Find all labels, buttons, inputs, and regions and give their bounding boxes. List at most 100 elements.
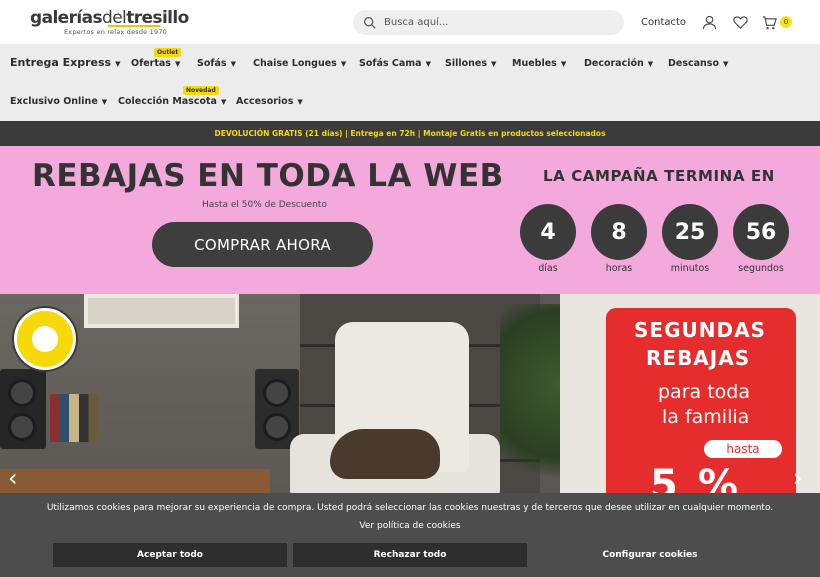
speaker-cone <box>263 413 291 441</box>
hero-books <box>50 394 98 442</box>
caret-down-icon: ▼ <box>220 98 227 106</box>
nav-item-sillones[interactable]: Sillones ▼ <box>445 58 496 69</box>
countdown-hours: 8 horas <box>591 204 647 274</box>
nav-label: Sofás Cama <box>359 58 422 69</box>
cart-button[interactable]: 0 <box>762 15 793 30</box>
sale-subtitle: Hasta el 50% de Descuento <box>202 200 327 210</box>
hero-cat <box>330 429 440 479</box>
nav-label: Descanso <box>668 58 719 69</box>
hero-hasta-pill: hasta <box>704 440 782 458</box>
countdown-value: 4 <box>520 204 576 260</box>
speaker-cone <box>263 379 291 407</box>
sale-title: REBAJAS EN TODA LA WEB <box>32 158 504 194</box>
hero-offer-line-3: para toda <box>658 381 750 403</box>
sale-banner: REBAJAS EN TODA LA WEB Hasta el 50% de D… <box>0 146 820 294</box>
countdown-minutes: 25 minutos <box>662 204 718 274</box>
cookie-policy-link[interactable]: Ver política de cookies <box>0 521 820 531</box>
hero-offer-line-2: REBAJAS <box>646 346 751 370</box>
heart-icon <box>733 15 748 29</box>
wishlist-button[interactable] <box>733 15 748 30</box>
promo-bar: DEVOLUCIÓN GRATIS (21 días) | Entrega en… <box>0 121 820 146</box>
reject-cookies-button[interactable]: Rechazar todo <box>293 543 527 567</box>
caret-down-icon: ▼ <box>230 60 236 68</box>
nav-label: Colección Mascota <box>118 96 217 107</box>
nav-label: Muebles <box>512 58 557 69</box>
nav-label: Entrega Express <box>10 56 112 69</box>
hero-banner[interactable]: SEGUNDAS REBAJAS para toda la familia ha… <box>0 294 820 504</box>
countdown-label: horas <box>605 263 633 274</box>
nav-item-chaise-longues[interactable]: Chaise Longues ▼ <box>253 58 346 69</box>
paw-icon <box>32 326 58 352</box>
cart-count-badge: 0 <box>780 16 793 28</box>
user-button[interactable] <box>702 15 717 30</box>
nav-label: Decoración <box>584 58 644 69</box>
hero-offer-line-1: SEGUNDAS <box>634 318 766 342</box>
nav-item-ofertas[interactable]: Ofertas ▼ <box>131 58 180 69</box>
nav-item-accesorios[interactable]: Accesorios ▼ <box>236 96 303 107</box>
hero-offer-line-4: la familia <box>662 406 750 428</box>
comprar-ahora-button[interactable]: COMPRAR AHORA <box>152 222 373 267</box>
user-icon <box>702 15 717 29</box>
carousel-prev-icon[interactable]: ‹ <box>8 466 28 490</box>
nav-label: Sofás <box>197 58 227 69</box>
nav-item-decoracion[interactable]: Decoración ▼ <box>584 58 653 69</box>
carousel-next-icon[interactable]: › <box>793 466 813 490</box>
logo-part-2: del <box>102 7 127 28</box>
search-icon <box>364 16 376 29</box>
caret-down-icon: ▼ <box>115 60 121 68</box>
cookie-text: Utilizamos cookies para mejorar su exper… <box>46 503 774 513</box>
cart-icon <box>762 15 777 29</box>
nav-item-descanso[interactable]: Descanso ▼ <box>668 58 728 69</box>
logo-part-1: galerías <box>30 7 103 28</box>
search-bar[interactable] <box>353 9 624 35</box>
logo-wordmark: galeríasdeltresillo <box>30 7 189 28</box>
caret-down-icon: ▼ <box>560 60 567 68</box>
caret-down-icon: ▼ <box>722 60 729 68</box>
nav-label: Accesorios <box>236 96 294 107</box>
nav-item-sofas[interactable]: Sofás ▼ <box>197 58 236 69</box>
caret-down-icon: ▼ <box>101 98 108 106</box>
speaker-cone <box>8 413 36 441</box>
hero-speaker-left <box>0 369 46 449</box>
search-input[interactable] <box>384 16 624 28</box>
caret-down-icon: ▼ <box>491 60 497 68</box>
nav-item-entrega-express[interactable]: Entrega Express ▼ <box>10 56 120 69</box>
countdown-label: días <box>538 263 558 274</box>
cookie-banner: Utilizamos cookies para mejorar su exper… <box>0 493 820 577</box>
accept-cookies-button[interactable]: Aceptar todo <box>53 543 287 567</box>
countdown-seconds: 56 segundos <box>733 204 789 274</box>
contact-link[interactable]: Contacto <box>641 17 686 28</box>
nav-item-exclusivo-online[interactable]: Exclusivo Online ▼ <box>10 96 107 107</box>
countdown-value: 56 <box>733 204 789 260</box>
hero-speaker-right <box>255 369 299 449</box>
countdown-value: 25 <box>662 204 718 260</box>
countdown-title: LA CAMPAÑA TERMINA EN <box>543 167 775 185</box>
novedad-badge: Novedad <box>183 86 219 95</box>
countdown-days: 4 días <box>520 204 576 274</box>
caret-down-icon: ▼ <box>425 60 431 68</box>
nav-item-coleccion-mascota[interactable]: Colección Mascota ▼ <box>118 96 226 107</box>
nav-label: Chaise Longues <box>253 58 337 69</box>
main-nav: Entrega Express ▼ Outlet Ofertas ▼ Sofás ▼ … <box>0 44 820 121</box>
countdown-label: segundos <box>738 263 784 274</box>
caret-down-icon: ▼ <box>297 98 303 106</box>
caret-down-icon: ▼ <box>647 60 654 68</box>
nav-label: Exclusivo Online <box>10 96 98 107</box>
outlet-badge: Outlet <box>154 48 182 57</box>
caret-down-icon: ▼ <box>174 60 181 68</box>
nav-label: Sillones <box>445 58 487 69</box>
site-header: galeríasdeltresillo Expertos en relax de… <box>0 0 820 44</box>
logo-part-3: tresillo <box>126 7 189 28</box>
nav-item-muebles[interactable]: Muebles ▼ <box>512 58 566 69</box>
pet-friendly-badge <box>14 308 76 370</box>
speaker-cone <box>8 379 36 407</box>
configure-cookies-button[interactable]: Configurar cookies <box>533 543 767 567</box>
nav-label: Ofertas <box>131 58 171 69</box>
logo[interactable]: galeríasdeltresillo Expertos en relax de… <box>30 7 189 36</box>
nav-item-sofas-cama[interactable]: Sofás Cama ▼ <box>359 58 431 69</box>
caret-down-icon: ▼ <box>340 60 347 68</box>
countdown-label: minutos <box>670 263 710 274</box>
logo-tagline: Expertos en relax desde 1970 <box>64 27 167 36</box>
hero-picture-frame <box>84 294 239 328</box>
countdown-value: 8 <box>591 204 647 260</box>
